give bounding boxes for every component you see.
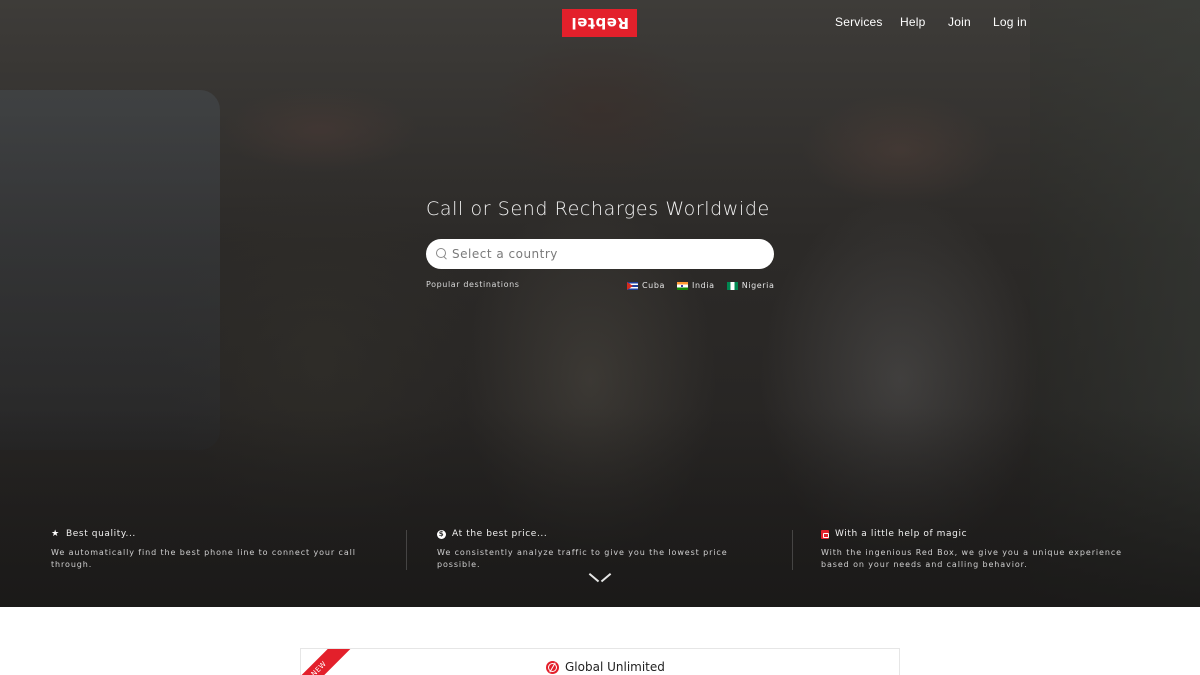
nav-services-link[interactable]: Services bbox=[835, 15, 883, 29]
feature-title: With a little help of magic bbox=[835, 529, 968, 539]
card-title-text: Global Unlimited bbox=[565, 660, 665, 674]
scroll-down-chevron-icon[interactable] bbox=[590, 570, 610, 584]
logo-text: Rebtel bbox=[570, 14, 629, 32]
feature-title: At the best price... bbox=[452, 529, 548, 539]
destination-label: Nigeria bbox=[741, 281, 775, 290]
hero-section: Rebtel Services Help Join Log in Call or… bbox=[0, 0, 1200, 607]
card-title: Global Unlimited bbox=[546, 660, 665, 674]
popular-destinations-list: Cuba India Nigeria bbox=[627, 281, 775, 290]
nav-help-link[interactable]: Help bbox=[900, 15, 925, 29]
globe-icon bbox=[546, 660, 559, 674]
country-search-input[interactable] bbox=[452, 247, 752, 261]
new-badge-label: NEW bbox=[309, 659, 329, 675]
feature-description: We consistently analyze traffic to give … bbox=[437, 548, 728, 569]
nav-join-link[interactable]: Join bbox=[948, 15, 971, 29]
country-search-box[interactable] bbox=[426, 239, 774, 269]
feature-magic: With a little help of magic With the ing… bbox=[821, 529, 1151, 571]
global-unlimited-card[interactable]: NEW Global Unlimited bbox=[300, 648, 900, 675]
red-box-icon bbox=[821, 529, 829, 539]
destination-nigeria[interactable]: Nigeria bbox=[726, 281, 775, 290]
nigeria-flag-icon bbox=[726, 281, 738, 290]
feature-divider bbox=[792, 530, 793, 570]
rebtel-logo[interactable]: Rebtel bbox=[562, 9, 637, 37]
search-icon bbox=[436, 248, 448, 260]
popular-destinations-label: Popular destinations bbox=[426, 280, 520, 289]
india-flag-icon bbox=[677, 281, 689, 290]
feature-best-price: $ At the best price... We consistently a… bbox=[437, 529, 757, 571]
destination-label: Cuba bbox=[642, 281, 666, 290]
dollar-coin-icon: $ bbox=[437, 529, 446, 539]
feature-best-quality: ★ Best quality... We automatically find … bbox=[51, 529, 381, 571]
star-icon: ★ bbox=[51, 529, 60, 539]
feature-description: We automatically find the best phone lin… bbox=[51, 548, 356, 569]
feature-description: With the ingenious Red Box, we give you … bbox=[821, 548, 1122, 569]
destination-india[interactable]: India bbox=[677, 281, 715, 290]
feature-divider bbox=[406, 530, 407, 570]
destination-label: India bbox=[692, 281, 715, 290]
feature-title: Best quality... bbox=[66, 529, 136, 539]
new-badge-ribbon: NEW bbox=[301, 649, 353, 675]
destination-cuba[interactable]: Cuba bbox=[627, 281, 665, 290]
hero-title: Call or Send Recharges Worldwide bbox=[426, 198, 770, 220]
hero-background-car bbox=[0, 90, 220, 450]
cuba-flag-icon bbox=[627, 281, 638, 290]
nav-login-link[interactable]: Log in bbox=[993, 15, 1027, 29]
